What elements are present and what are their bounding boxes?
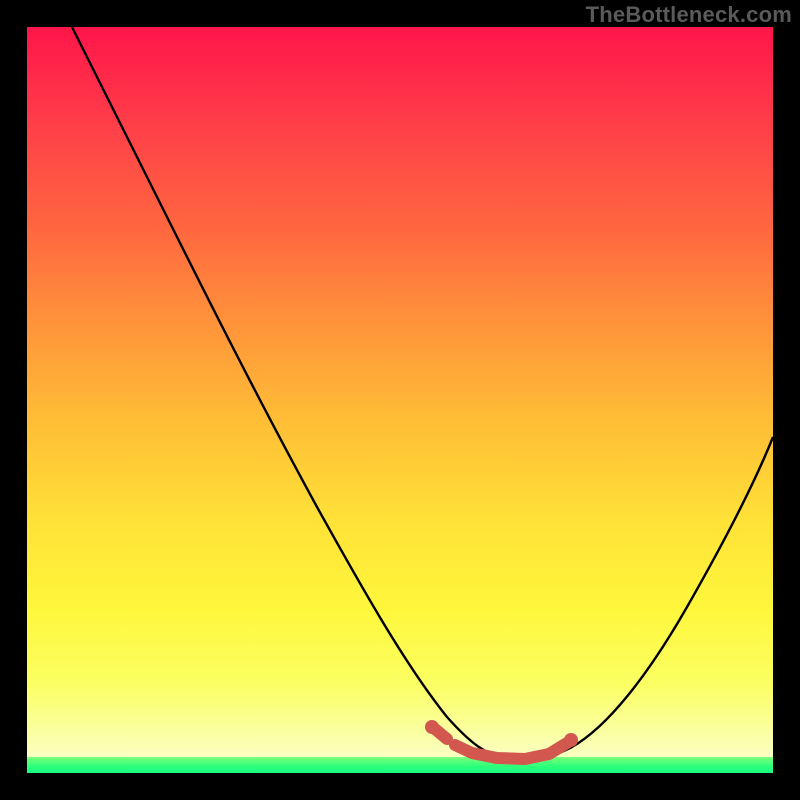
marker-dot-right [564, 733, 578, 747]
chart-frame: TheBottleneck.com [0, 0, 800, 800]
optimal-range-marker [435, 729, 567, 759]
bottleneck-curve [42, 0, 773, 760]
plot-area [27, 27, 773, 773]
marker-dot-left [425, 720, 439, 734]
chart-svg [27, 27, 773, 773]
watermark-text: TheBottleneck.com [586, 2, 792, 28]
